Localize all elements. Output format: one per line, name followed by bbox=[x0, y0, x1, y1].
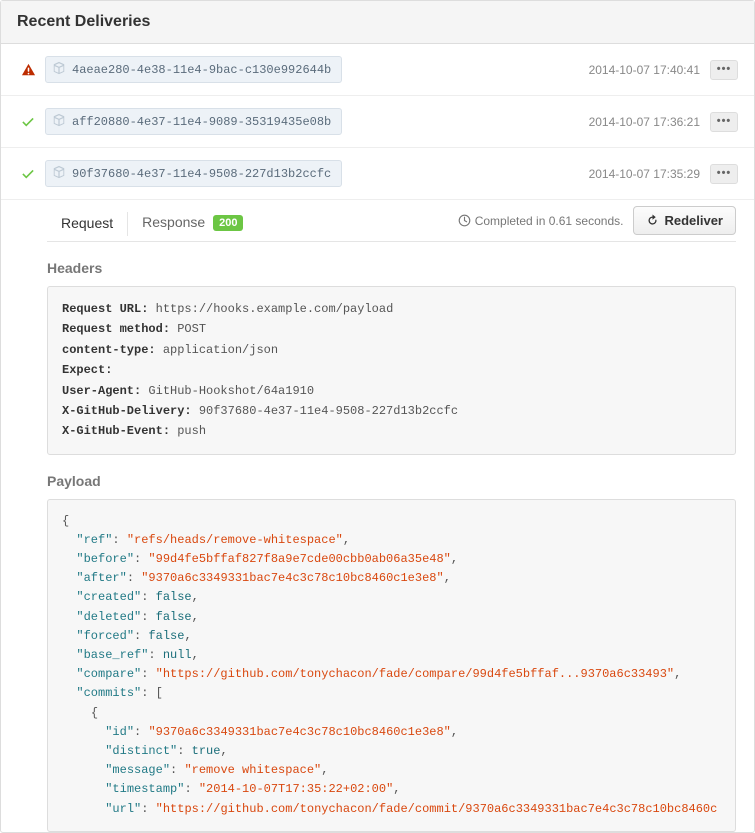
completed-label: Completed in 0.61 seconds. bbox=[458, 214, 624, 228]
status-badge: 200 bbox=[213, 215, 243, 231]
delivery-guid-chip[interactable]: 90f37680-4e37-11e4-9508-227d13b2ccfc bbox=[45, 160, 342, 187]
delivery-guid-chip[interactable]: 4aeae280-4e38-11e4-9bac-c130e992644b bbox=[45, 56, 342, 83]
panel-header: Recent Deliveries bbox=[1, 1, 754, 44]
package-icon bbox=[52, 113, 66, 130]
redeliver-button[interactable]: Redeliver bbox=[633, 206, 736, 235]
delivery-row: 4aeae280-4e38-11e4-9bac-c130e992644b 201… bbox=[1, 44, 754, 96]
delivery-timestamp: 2014-10-07 17:35:29 bbox=[589, 167, 700, 181]
refresh-icon bbox=[646, 214, 659, 227]
package-icon bbox=[52, 61, 66, 78]
delivery-timestamp: 2014-10-07 17:40:41 bbox=[589, 63, 700, 77]
expand-button[interactable]: ••• bbox=[710, 164, 738, 184]
redeliver-label: Redeliver bbox=[664, 213, 723, 228]
tab-response[interactable]: Response 200 bbox=[128, 206, 257, 241]
headers-section-label: Headers bbox=[47, 260, 736, 276]
check-icon bbox=[17, 115, 39, 129]
delivery-guid: 4aeae280-4e38-11e4-9bac-c130e992644b bbox=[72, 63, 331, 77]
check-icon bbox=[17, 167, 39, 181]
package-icon bbox=[52, 165, 66, 182]
delivery-row: 90f37680-4e37-11e4-9508-227d13b2ccfc 201… bbox=[1, 148, 754, 200]
tab-response-label: Response bbox=[142, 214, 205, 230]
panel-title: Recent Deliveries bbox=[17, 13, 738, 31]
payload-section-label: Payload bbox=[47, 473, 736, 489]
delivery-guid: aff20880-4e37-11e4-9089-35319435e08b bbox=[72, 115, 331, 129]
recent-deliveries-panel: Recent Deliveries 4aeae280-4e38-11e4-9ba… bbox=[0, 0, 755, 833]
expand-button[interactable]: ••• bbox=[710, 60, 738, 80]
payload-box: { "ref": "refs/heads/remove-whitespace",… bbox=[47, 499, 736, 832]
tab-request[interactable]: Request bbox=[47, 207, 127, 241]
tabs-row: Request Response 200 Completed in 0.61 s… bbox=[47, 200, 736, 242]
delivery-guid: 90f37680-4e37-11e4-9508-227d13b2ccfc bbox=[72, 167, 331, 181]
clock-icon bbox=[458, 214, 471, 227]
delivery-row: aff20880-4e37-11e4-9089-35319435e08b 201… bbox=[1, 96, 754, 148]
warning-icon bbox=[17, 63, 39, 77]
expand-button[interactable]: ••• bbox=[710, 112, 738, 132]
headers-box: Request URL: https://hooks.example.com/p… bbox=[47, 286, 736, 455]
delivery-timestamp: 2014-10-07 17:36:21 bbox=[589, 115, 700, 129]
delivery-detail: Request Response 200 Completed in 0.61 s… bbox=[1, 200, 754, 832]
delivery-guid-chip[interactable]: aff20880-4e37-11e4-9089-35319435e08b bbox=[45, 108, 342, 135]
